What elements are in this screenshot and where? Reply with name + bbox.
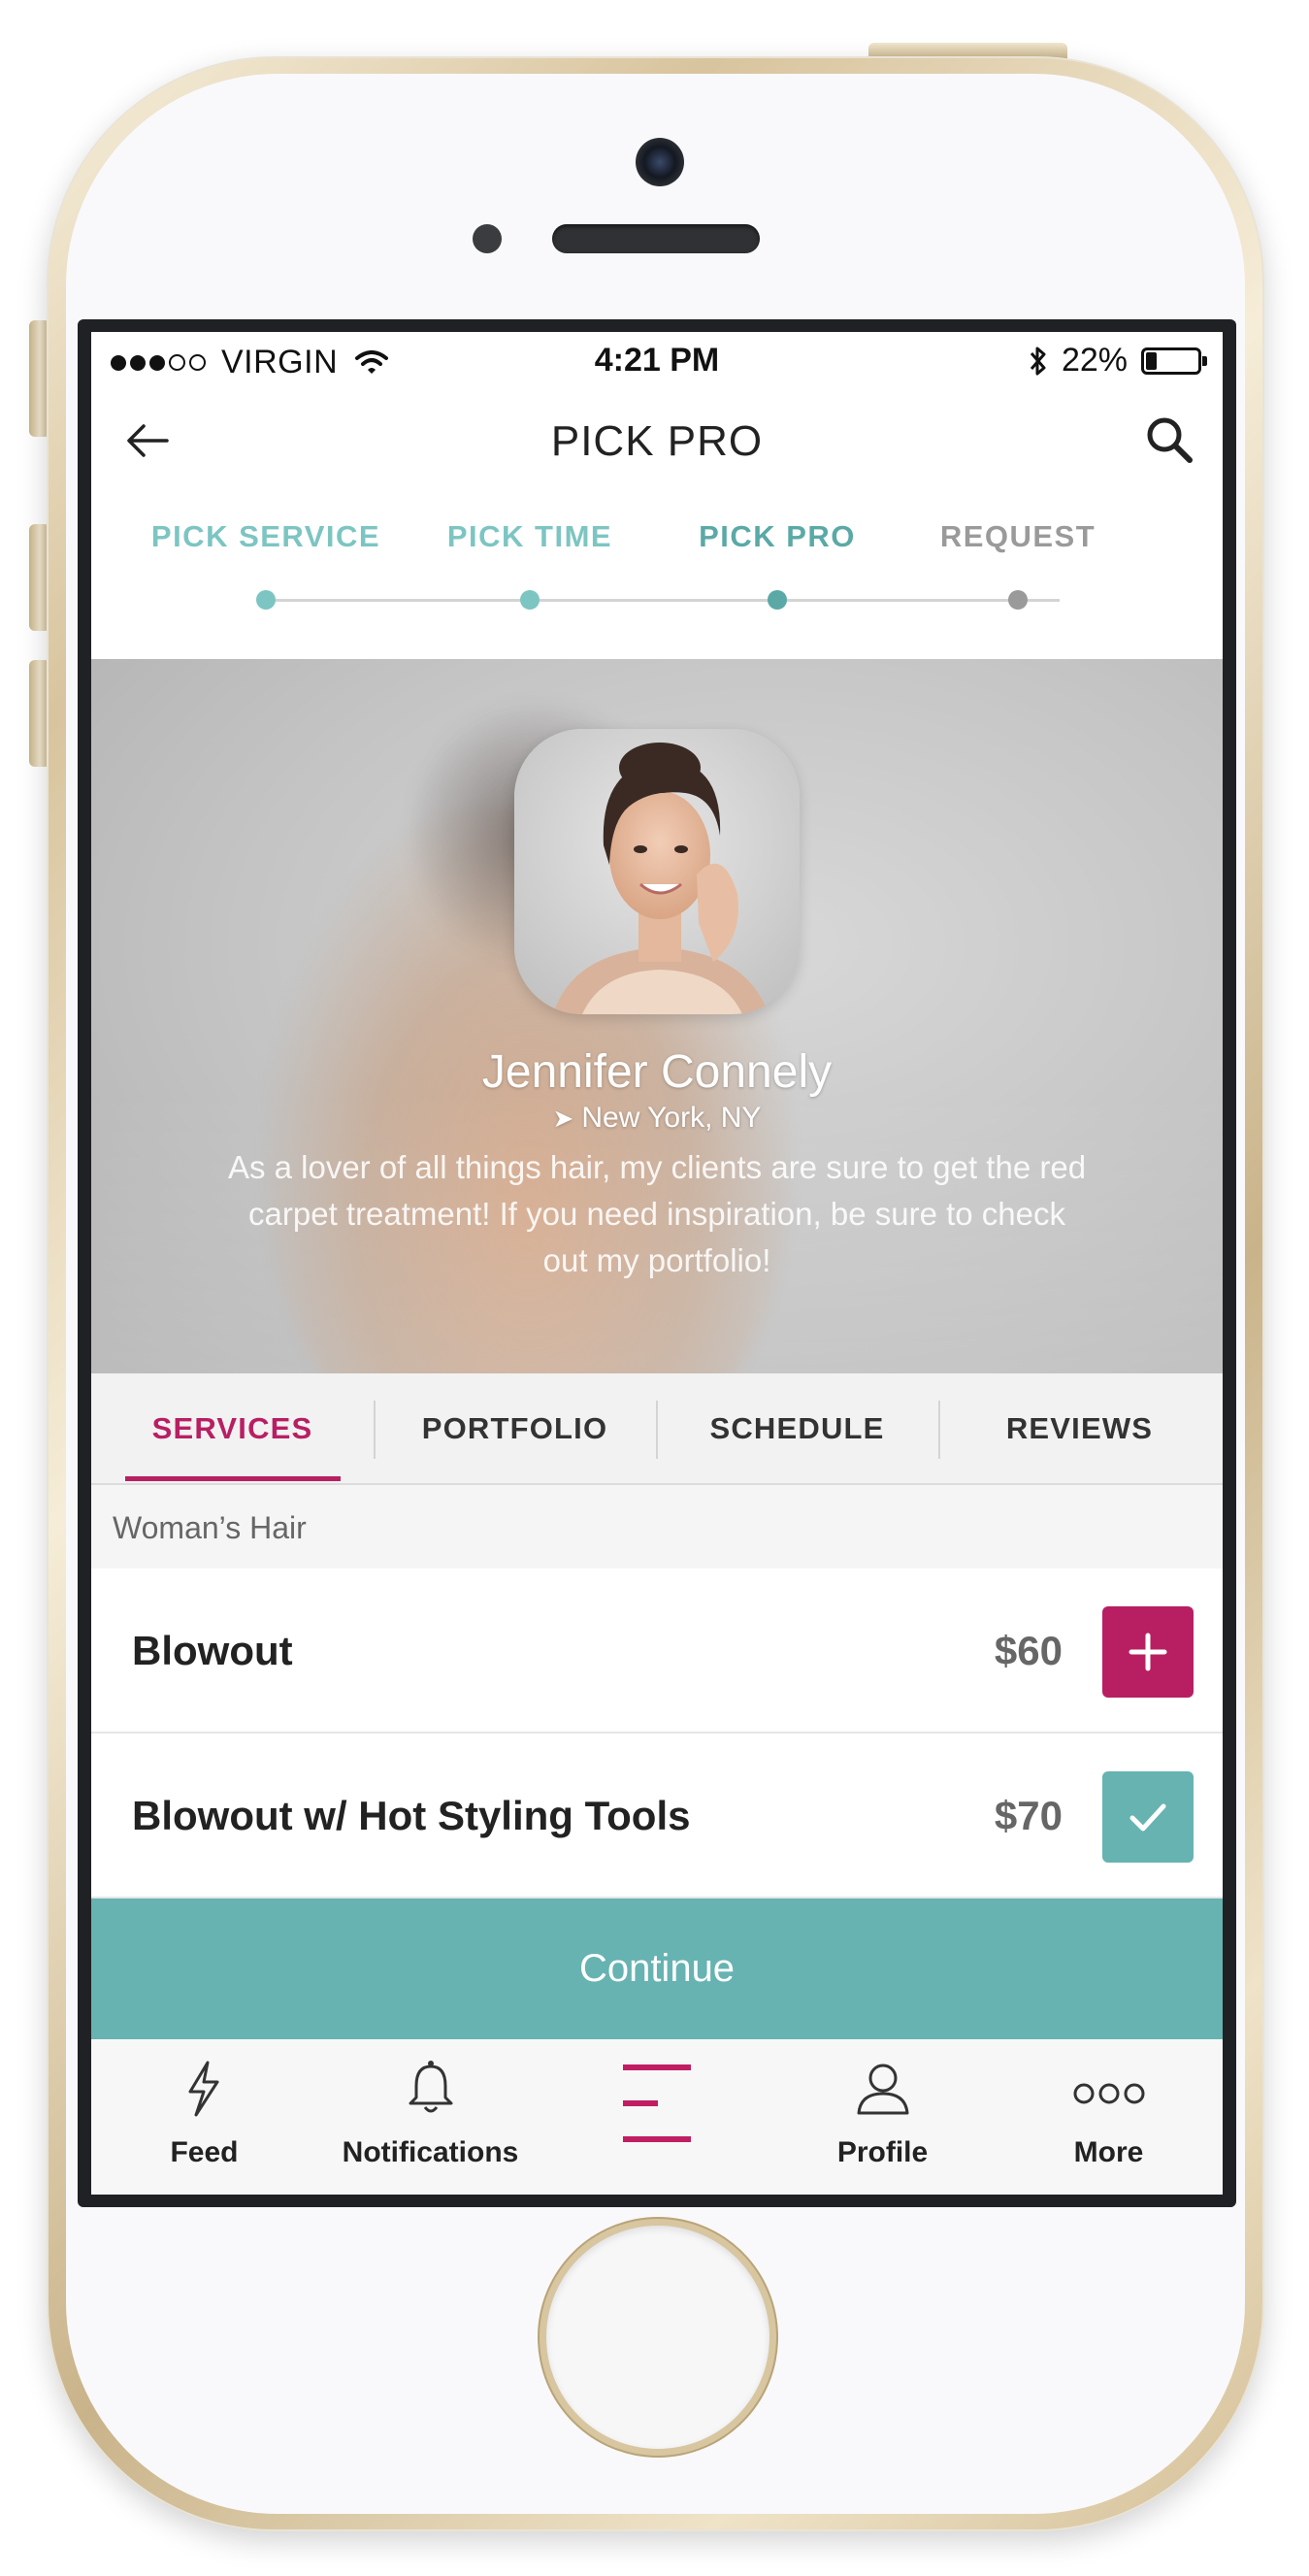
page-title: PICK PRO [550,417,764,465]
service-name: Blowout w/ Hot Styling Tools [132,1793,691,1838]
battery-percent: 22% [1061,342,1128,379]
service-category-title: Woman’s Hair [113,1510,307,1545]
step-pick-pro[interactable]: PICK PRO [641,492,913,610]
step-label: PICK TIME [446,519,613,553]
tabbar-feed[interactable]: Feed [91,2039,317,2195]
service-row[interactable]: Blowout w/ Hot Styling Tools $70 [91,1734,1223,1899]
checkmark-icon [1129,1803,1166,1832]
tabbar-label: Notifications [342,2136,519,2168]
lightning-icon [188,2061,219,2117]
tab-services[interactable]: SERVICES [91,1373,374,1483]
tab-schedule[interactable]: SCHEDULE [656,1373,938,1483]
avatar[interactable] [514,729,800,1014]
step-pick-service[interactable]: PICK SERVICE [130,492,402,610]
profile-tabs: SERVICES PORTFOLIO SCHEDULE REVIEWS [91,1373,1223,1485]
selected-service-button[interactable] [1102,1771,1194,1863]
bell-icon [409,2061,453,2113]
step-dot [768,590,787,610]
tabbar-label: Profile [836,2136,929,2168]
more-dots-icon [1073,2083,1145,2104]
pro-name: Jennifer Connely [481,1046,833,1098]
service-row[interactable]: Blowout $60 [91,1569,1223,1734]
continue-button[interactable]: Continue [91,1899,1223,2039]
battery-icon [1141,347,1207,375]
location-arrow-icon: ➤ [552,1104,574,1133]
status-right: 22% [1029,342,1207,380]
status-bar: VIRGIN 4:21 PM 22% [91,332,1223,390]
profile-hero: Jennifer Connely ➤ New York, NY As a love… [91,659,1223,1373]
step-request[interactable]: REQUEST [882,492,1154,610]
bluetooth-icon [1030,347,1046,375]
tabbar-notifications[interactable]: Notifications [317,2039,543,2195]
active-tab-indicator [125,1476,341,1481]
step-label: PICK PRO [699,519,856,553]
service-price: $60 [994,1628,1063,1673]
nav-bar: PICK PRO [91,390,1223,492]
tabbar-more[interactable]: More [996,2039,1222,2195]
tabbar-profile[interactable]: Profile [769,2039,996,2195]
step-label: PICK SERVICE [150,519,381,553]
service-category-header: Woman’s Hair [91,1485,1223,1569]
stepper-line [266,599,1060,602]
front-camera [636,138,684,186]
add-service-button[interactable] [1102,1606,1194,1698]
battery-level [1146,351,1157,370]
menu-icon [623,2064,691,2142]
step-dot [256,590,276,610]
tab-reviews[interactable]: REVIEWS [938,1373,1221,1483]
plus-icon [1129,1633,1167,1671]
earpiece-speaker [552,224,760,253]
service-price: $70 [994,1793,1063,1838]
search-icon[interactable] [1141,412,1197,468]
step-dot [520,590,540,610]
home-button[interactable] [546,2226,769,2449]
app-screen: VIRGIN 4:21 PM 22% PICK PRO PICK SERVICE… [91,332,1223,2195]
pro-location: ➤ New York, NY [91,1102,1223,1135]
pro-bio: As a lover of all things hair, my client… [227,1149,1087,1278]
proximity-sensor [473,224,502,253]
step-label: REQUEST [939,519,1096,553]
tab-portfolio[interactable]: PORTFOLIO [374,1373,656,1483]
tabbar-label: Feed [170,2136,239,2168]
step-dot [1008,590,1028,610]
booking-stepper: PICK SERVICE PICK TIME PICK PRO REQUEST [91,492,1223,628]
location-text: New York, NY [581,1102,762,1134]
tabbar-label: More [1073,2136,1144,2168]
tabbar-menu[interactable] [543,2039,769,2195]
service-name: Blowout [132,1628,293,1673]
person-icon [857,2064,909,2115]
bottom-tab-bar: Feed Notifications Profile More [91,2039,1223,2195]
avatar-photo [514,729,800,1014]
step-pick-time[interactable]: PICK TIME [394,492,666,610]
